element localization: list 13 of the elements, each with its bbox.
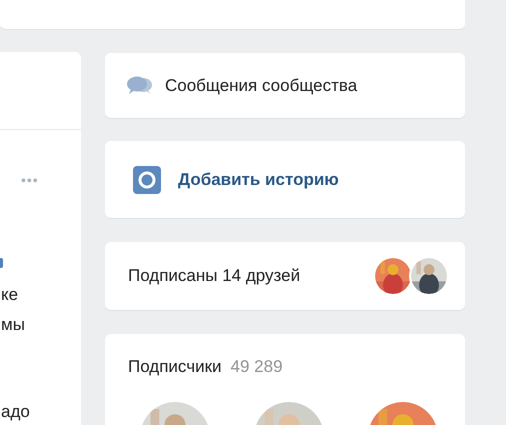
followers-count: 49 289 (230, 356, 283, 378)
post-text: мы (1, 315, 25, 335)
add-story-label: Добавить историю (178, 168, 339, 191)
friends-following-label: Подписаны 14 друзей (128, 265, 302, 288)
community-messages-item[interactable]: Сообщения сообщества (105, 53, 465, 118)
friends-following-card[interactable]: Подписаны 14 друзей (105, 242, 465, 310)
post-text: ке (1, 285, 18, 305)
accent-mark (0, 258, 3, 268)
followers-title[interactable]: Подписчики (128, 354, 222, 380)
add-story-item[interactable]: Добавить историю (105, 141, 465, 218)
post-text: адо (1, 402, 30, 422)
chat-bubbles-icon (127, 76, 153, 96)
community-messages-label: Сообщения сообщества (165, 74, 358, 97)
